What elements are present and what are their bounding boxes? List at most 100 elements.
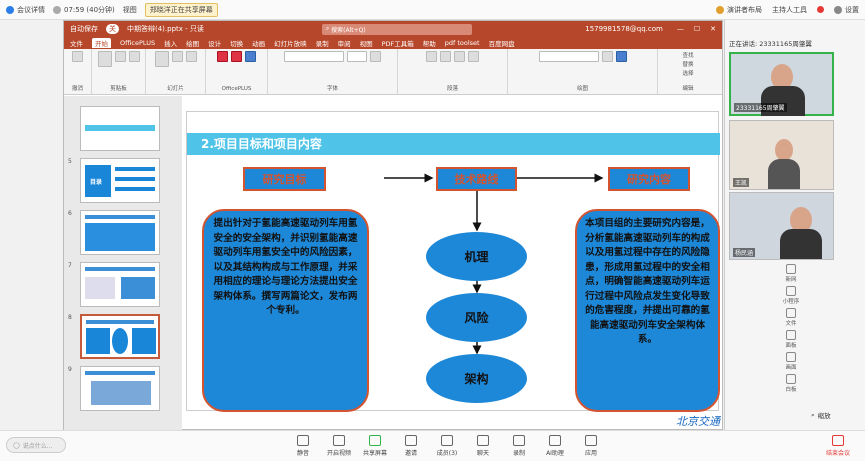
ribbon-group-slides: 幻灯片 [146, 49, 206, 94]
comment-input[interactable]: ◯ 说点什么... [6, 437, 66, 453]
tab-pdf-toolset[interactable]: pdf toolset [445, 39, 480, 47]
chat-button[interactable]: 聊天 [465, 435, 501, 457]
filename: 中期答辩(4).pptx - 只读 [127, 25, 204, 33]
slide-thumbnail[interactable] [80, 262, 160, 307]
video-tile[interactable]: 王凯 [729, 120, 834, 190]
tab-animations[interactable]: 动画 [252, 38, 265, 48]
file-icon [786, 308, 796, 318]
side-tool-whiteboard[interactable]: 白板 [779, 374, 803, 393]
autosave-toggle[interactable]: 关 [106, 24, 119, 34]
participant-avatar [775, 139, 793, 161]
ai-assistant-button[interactable]: AI助理 [537, 435, 573, 457]
tab-design[interactable]: 设计 [208, 38, 221, 48]
slide-thumbnail-selected[interactable] [80, 314, 160, 359]
speaker-layout-button[interactable]: 演讲者布局 [716, 5, 762, 15]
side-tool-miniapp[interactable]: 小程序 [779, 286, 803, 305]
slide-thumbnails-pane: 5 目录 6 7 8 9 [64, 96, 182, 431]
slide-thumbnail[interactable]: 目录 [80, 158, 160, 203]
slide-thumbnail[interactable] [80, 106, 160, 151]
clock-icon [53, 5, 61, 14]
meeting-timer: 07:59 (40分钟) [53, 5, 115, 15]
bold-icon[interactable] [370, 51, 381, 62]
minimize-icon[interactable]: — [677, 25, 684, 33]
reuse-slide-icon[interactable] [171, 51, 183, 62]
slide-thumbnail[interactable] [80, 366, 160, 411]
replace-button[interactable]: 替换 [682, 60, 693, 68]
side-tool-new[interactable]: 新网 [779, 264, 803, 283]
tab-pdf-toolbox[interactable]: PDF工具箱 [382, 38, 414, 48]
font-size-select[interactable] [347, 51, 367, 62]
record-button[interactable]: 录制 [501, 435, 537, 457]
invite-button[interactable]: 邀请 [393, 435, 429, 457]
tab-home[interactable]: 开始 [92, 38, 111, 48]
apps-icon [585, 435, 597, 446]
select-button[interactable]: 选择 [682, 69, 693, 77]
template-icon[interactable] [217, 51, 228, 62]
copy-icon[interactable] [128, 51, 140, 62]
tab-view[interactable]: 视图 [360, 38, 373, 48]
zoom-button[interactable]: ⌕ 缩放 [811, 410, 831, 421]
video-tile[interactable]: 23331165周肇翼 [729, 52, 834, 116]
tech-route-box: 技术路线 [436, 167, 517, 191]
risk-ellipse: 风险 [426, 293, 527, 342]
invite-icon [405, 435, 417, 446]
sharing-notice: 郑晓洋正在共享屏幕 [144, 2, 218, 17]
bullets-icon[interactable] [426, 51, 437, 62]
video-button[interactable]: 开启视频 [321, 435, 357, 457]
share-screen-button[interactable]: 共享屏幕 [357, 435, 393, 457]
maximize-icon[interactable]: ☐ [694, 25, 700, 33]
quick-styles-icon[interactable] [615, 51, 627, 62]
arrange-icon[interactable] [601, 51, 613, 62]
ribbon-group-editing: 查找 替换 选择 编辑 [682, 51, 694, 92]
tab-file[interactable]: 文件 [70, 38, 83, 48]
view-menu[interactable]: 视图 [123, 5, 137, 15]
camera-icon [333, 435, 345, 446]
tab-baidu[interactable]: 百度网盘 [489, 38, 515, 48]
tab-record[interactable]: 录制 [316, 38, 329, 48]
meeting-logo-icon [6, 5, 14, 14]
align-center-icon[interactable] [468, 51, 479, 62]
new-slide-icon[interactable] [154, 51, 169, 67]
new-icon [786, 264, 796, 274]
undo-icon[interactable] [72, 51, 83, 62]
find-button[interactable]: 查找 [682, 51, 693, 59]
research-goal-box: 研究目标 [243, 167, 326, 191]
ppt-ribbon-tabs: 文件 开始 OfficePLUS 插入 绘图 设计 切换 动画 幻灯片放映 录制… [64, 37, 722, 49]
font-select[interactable] [284, 51, 344, 62]
mute-button[interactable]: 静音 [285, 435, 321, 457]
host-tools-button[interactable]: 主持人工具 [772, 5, 807, 15]
end-meeting-button[interactable]: 结束会议 [826, 435, 850, 457]
tab-draw[interactable]: 绘图 [186, 38, 199, 48]
tab-insert[interactable]: 插入 [164, 38, 177, 48]
layout-icon[interactable] [185, 51, 197, 62]
close-icon[interactable]: ✕ [710, 25, 716, 33]
side-tool-file[interactable]: 文件 [779, 308, 803, 327]
tab-officeplus[interactable]: OfficePLUS [120, 39, 155, 47]
tab-review[interactable]: 审阅 [338, 38, 351, 48]
speaking-indicator: 正在讲话: 23331165周肇翼 [729, 40, 812, 48]
chart-icon[interactable] [231, 51, 242, 62]
slide-thumbnail[interactable] [80, 210, 160, 255]
meeting-details[interactable]: 会议详情 [6, 5, 45, 15]
side-tool-panel[interactable]: 面板 [779, 330, 803, 349]
apps-button[interactable]: 应用 [573, 435, 609, 457]
leave-icon [832, 435, 844, 446]
thumb-number: 7 [68, 262, 72, 269]
current-slide[interactable]: 2.项目目标和项目内容 研究目标 技术路线 研究内容 提出针对于氢能高速驱动列车… [186, 111, 720, 412]
ppt-search-box[interactable]: ⌕ 搜索(Alt+Q) [321, 23, 472, 35]
settings-button[interactable]: 设置 [834, 5, 859, 15]
numbering-icon[interactable] [440, 51, 451, 62]
cut-icon[interactable] [114, 51, 126, 62]
microphone-icon [297, 435, 309, 446]
officeplus-icon[interactable] [245, 51, 256, 62]
tab-slideshow[interactable]: 幻灯片放映 [274, 38, 307, 48]
chat-icon [477, 435, 489, 446]
video-tile[interactable]: 杨民涵 [729, 192, 834, 260]
align-left-icon[interactable] [454, 51, 465, 62]
paste-icon[interactable] [97, 51, 112, 67]
members-button[interactable]: 成员(3) [429, 435, 465, 457]
side-tool-view[interactable]: 画面 [779, 352, 803, 371]
tab-help[interactable]: 帮助 [423, 38, 436, 48]
shapes-gallery[interactable] [538, 51, 599, 62]
tab-transitions[interactable]: 切换 [230, 38, 243, 48]
